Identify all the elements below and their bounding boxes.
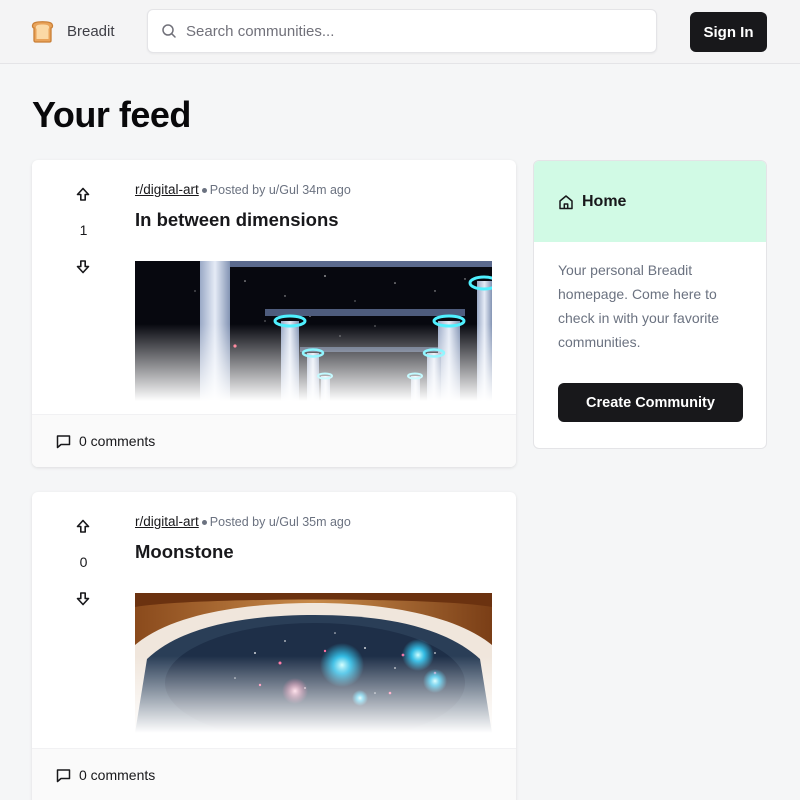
posted-by: Posted by u/Gul 34m ago [209, 183, 351, 197]
top-navbar: Breadit Sign In [0, 0, 800, 64]
sidebar-description: Your personal Breadit homepage. Come her… [558, 262, 720, 350]
subreddit-link[interactable]: r/digital-art [135, 182, 199, 197]
search-bar[interactable] [147, 9, 657, 53]
sign-in-button[interactable]: Sign In [690, 12, 767, 52]
search-input[interactable] [186, 22, 626, 40]
upvote-arrow-icon[interactable] [73, 516, 93, 536]
upvote-arrow-icon[interactable] [73, 184, 93, 204]
post-footer: 0 comments [32, 748, 516, 800]
separator-dot [201, 519, 207, 525]
comments-count: 0 comments [79, 433, 156, 449]
bread-icon [30, 19, 55, 44]
create-community-button[interactable]: Create Community [558, 383, 743, 422]
sidebar-header: Home [534, 161, 766, 242]
comment-icon [56, 434, 79, 449]
comments-count: 0 comments [79, 767, 156, 783]
post-card[interactable]: 0 r/digital-art Posted by u/Gul 35m ago M… [32, 492, 516, 800]
logo-text: Breadit [67, 23, 115, 40]
comments-link[interactable]: 0 comments [56, 767, 155, 783]
comment-icon [56, 768, 79, 783]
comments-link[interactable]: 0 comments [56, 433, 155, 449]
post-meta: r/digital-art Posted by u/Gul 34m ago [135, 182, 351, 197]
logo-link[interactable]: Breadit [30, 19, 115, 44]
home-icon [558, 194, 574, 210]
post-title[interactable]: In between dimensions [135, 209, 339, 231]
home-sidebar-card: Home Your personal Breadit homepage. Com… [533, 160, 767, 449]
post-card[interactable]: 1 r/digital-art Posted by u/Gul 34m ago I… [32, 160, 516, 467]
post-title[interactable]: Moonstone [135, 541, 234, 563]
posted-by: Posted by u/Gul 35m ago [209, 515, 351, 529]
search-icon [161, 23, 177, 39]
page-title: Your feed [32, 94, 191, 135]
sidebar-title: Home [582, 192, 627, 210]
downvote-arrow-icon[interactable] [73, 588, 93, 608]
post-image-space-temple[interactable] [135, 261, 492, 401]
post-footer: 0 comments [32, 414, 516, 467]
downvote-arrow-icon[interactable] [73, 256, 93, 276]
subreddit-link[interactable]: r/digital-art [135, 514, 199, 529]
post-image-galaxy-eye[interactable] [135, 593, 492, 733]
separator-dot [201, 187, 207, 193]
vote-count: 0 [79, 554, 88, 570]
vote-count: 1 [79, 222, 88, 238]
post-meta: r/digital-art Posted by u/Gul 35m ago [135, 514, 351, 529]
